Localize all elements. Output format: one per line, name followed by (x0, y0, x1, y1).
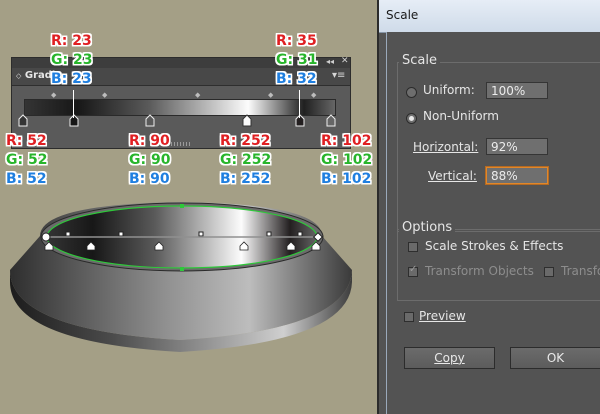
gradient-stop[interactable] (18, 114, 28, 127)
preview-label: Preview (419, 309, 466, 323)
rgb-annotation: R: 52 G: 52 B: 52 (6, 132, 47, 189)
midpoint-diamond[interactable]: ◆ (51, 91, 56, 99)
horizontal-field[interactable] (486, 138, 548, 155)
red-value: R: 90 (129, 133, 170, 149)
resize-grip[interactable] (168, 142, 190, 146)
scale-dialog: Scale Scale Uniform: Non-Uniform Horizon… (377, 0, 600, 414)
red-value: R: 52 (6, 133, 47, 149)
vertical-field[interactable] (485, 166, 549, 185)
blue-value: B: 252 (220, 171, 271, 187)
close-icon[interactable]: ✕ (341, 56, 349, 66)
green-value: G: 252 (220, 152, 272, 168)
pointer-line (73, 90, 74, 118)
scale-strokes-label: Scale Strokes & Effects (425, 239, 564, 253)
transform-patterns-checkbox[interactable] (544, 267, 554, 277)
scale-group-title: Scale (399, 53, 440, 68)
dialog-body: Scale Uniform: Non-Uniform Horizontal: V… (386, 32, 600, 414)
scale-group: Scale Uniform: Non-Uniform Horizontal: V… (397, 53, 600, 232)
collapse-icon[interactable]: ◂◂ (326, 57, 334, 66)
uniform-field[interactable] (486, 82, 548, 99)
rgb-annotation: R: 90 G: 90 B: 90 (129, 132, 170, 189)
rgb-annotation: R: 23 G: 23 B: 23 (51, 32, 92, 89)
options-group: Options Scale Strokes & Effects Transfor… (397, 220, 600, 301)
midpoint-diamond[interactable]: ◆ (311, 91, 316, 99)
gradient-stops (18, 114, 336, 127)
gradient-stop[interactable] (326, 114, 336, 127)
tab-arrows-icon: ◇ (16, 72, 22, 80)
podium-artwork[interactable] (0, 190, 370, 414)
scale-strokes-checkbox[interactable] (408, 242, 418, 252)
nonuniform-label: Non-Uniform (423, 109, 499, 123)
panel-menu-icon[interactable]: ▾≡ (332, 70, 345, 81)
nonuniform-radio[interactable] (406, 113, 417, 124)
transform-objects-label: Transform Objects (425, 264, 534, 278)
preview-checkbox[interactable] (404, 312, 414, 322)
midpoint-diamond[interactable]: ◆ (102, 91, 107, 99)
green-value: G: 90 (129, 152, 171, 168)
midpoint-diamond[interactable]: ◆ (195, 91, 200, 99)
uniform-label: Uniform: (423, 83, 475, 97)
dialog-titlebar[interactable]: Scale (379, 0, 600, 33)
transform-objects-checkbox[interactable] (408, 264, 418, 277)
blue-value: B: 32 (276, 71, 317, 87)
red-value: R: 35 (276, 33, 317, 49)
dialog-title: Scale (386, 8, 419, 22)
green-value: G: 102 (321, 152, 373, 168)
red-value: R: 23 (51, 33, 92, 49)
options-group-title: Options (399, 220, 456, 235)
gradient-stop[interactable] (145, 114, 155, 127)
rgb-annotation: R: 35 G: 31 B: 32 (276, 32, 317, 89)
green-value: G: 52 (6, 152, 48, 168)
copy-button-label: Copy (434, 351, 465, 365)
vertical-label: Vertical: (428, 169, 477, 183)
green-value: G: 31 (276, 52, 318, 68)
horizontal-label: Horizontal: (413, 140, 479, 154)
transform-patterns-label: Transform (561, 264, 600, 278)
gradient-stop[interactable] (69, 114, 79, 127)
rgb-annotation: R: 102 G: 102 B: 102 (321, 132, 372, 189)
copy-button[interactable]: Copy (404, 347, 495, 369)
midpoint-diamond[interactable]: ◆ (268, 91, 273, 99)
gradient-stop[interactable] (295, 114, 305, 127)
gradient-stop[interactable] (242, 114, 252, 127)
gradient-tab-label: ◇ Gradi (16, 70, 56, 81)
red-value: R: 102 (321, 133, 372, 149)
blue-value: B: 52 (6, 171, 47, 187)
blue-value: B: 90 (129, 171, 170, 187)
green-value: G: 23 (51, 52, 93, 68)
rgb-annotation: R: 252 G: 252 B: 252 (220, 132, 271, 189)
blue-value: B: 23 (51, 71, 92, 87)
red-value: R: 252 (220, 133, 271, 149)
ok-button[interactable]: OK (510, 347, 600, 369)
uniform-radio[interactable] (406, 87, 417, 98)
pointer-line (299, 90, 300, 118)
blue-value: B: 102 (321, 171, 372, 187)
